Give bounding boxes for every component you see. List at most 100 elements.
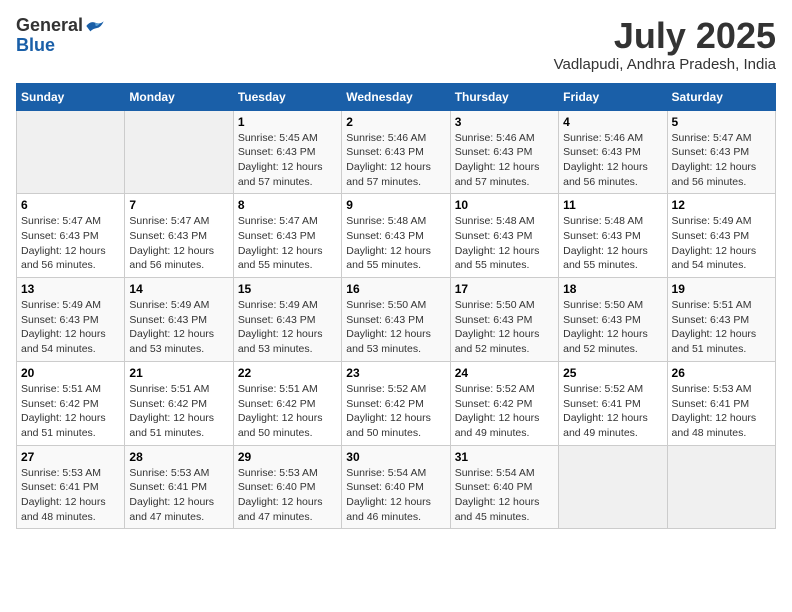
day-info: Sunrise: 5:46 AMSunset: 6:43 PMDaylight:… bbox=[563, 131, 662, 190]
day-number: 2 bbox=[346, 115, 445, 129]
day-number: 27 bbox=[21, 450, 120, 464]
day-number: 30 bbox=[346, 450, 445, 464]
day-info: Sunrise: 5:51 AMSunset: 6:43 PMDaylight:… bbox=[672, 298, 771, 357]
table-row: 1Sunrise: 5:45 AMSunset: 6:43 PMDaylight… bbox=[233, 110, 341, 194]
day-number: 3 bbox=[455, 115, 554, 129]
day-number: 4 bbox=[563, 115, 662, 129]
col-tuesday: Tuesday bbox=[233, 83, 341, 110]
day-info: Sunrise: 5:53 AMSunset: 6:41 PMDaylight:… bbox=[129, 466, 228, 525]
table-row: 22 Sunrise: 5:51 AMSunset: 6:42 PMDayligh… bbox=[233, 361, 341, 445]
table-row: 10 Sunrise: 5:48 AMSunset: 6:43 PMDayligh… bbox=[450, 194, 558, 278]
day-info: Sunrise: 5:49 AMSunset: 6:43 PMDaylight:… bbox=[129, 298, 228, 357]
day-info: Sunrise: 5:48 AMSunset: 6:43 PMDaylight:… bbox=[455, 214, 554, 273]
day-number: 8 bbox=[238, 198, 337, 212]
col-friday: Friday bbox=[559, 83, 667, 110]
day-number: 17 bbox=[455, 282, 554, 296]
day-number: 1 bbox=[238, 115, 337, 129]
table-row: 20 Sunrise: 5:51 AMSunset: 6:42 PMDayligh… bbox=[17, 361, 125, 445]
day-info: Sunrise: 5:49 AMSunset: 6:43 PMDaylight:… bbox=[672, 214, 771, 273]
day-info: Sunrise: 5:51 AMSunset: 6:42 PMDaylight:… bbox=[21, 382, 120, 441]
day-number: 5 bbox=[672, 115, 771, 129]
table-row: 28Sunrise: 5:53 AMSunset: 6:41 PMDayligh… bbox=[125, 445, 233, 529]
location: Vadlapudi, Andhra Pradesh, India bbox=[554, 56, 776, 73]
month-title: July 2025 bbox=[554, 16, 776, 56]
table-row: 29 Sunrise: 5:53 AMSunset: 6:40 PMDayligh… bbox=[233, 445, 341, 529]
day-number: 22 bbox=[238, 366, 337, 380]
table-row: 26 Sunrise: 5:53 AMSunset: 6:41 PMDayligh… bbox=[667, 361, 775, 445]
day-info: Sunrise: 5:50 AMSunset: 6:43 PMDaylight:… bbox=[455, 298, 554, 357]
day-info: Sunrise: 5:48 AMSunset: 6:43 PMDaylight:… bbox=[563, 214, 662, 273]
day-number: 11 bbox=[563, 198, 662, 212]
table-row bbox=[125, 110, 233, 194]
day-number: 25 bbox=[563, 366, 662, 380]
day-info: Sunrise: 5:47 AMSunset: 6:43 PMDaylight:… bbox=[21, 214, 120, 273]
day-number: 15 bbox=[238, 282, 337, 296]
day-number: 10 bbox=[455, 198, 554, 212]
table-row: 12 Sunrise: 5:49 AMSunset: 6:43 PMDayligh… bbox=[667, 194, 775, 278]
table-row: 9 Sunrise: 5:48 AMSunset: 6:43 PMDaylight… bbox=[342, 194, 450, 278]
table-row: 11 Sunrise: 5:48 AMSunset: 6:43 PMDayligh… bbox=[559, 194, 667, 278]
day-info: Sunrise: 5:51 AMSunset: 6:42 PMDaylight:… bbox=[129, 382, 228, 441]
day-number: 23 bbox=[346, 366, 445, 380]
day-info: Sunrise: 5:46 AMSunset: 6:43 PMDaylight:… bbox=[455, 131, 554, 190]
day-number: 24 bbox=[455, 366, 554, 380]
day-number: 16 bbox=[346, 282, 445, 296]
table-row: 15 Sunrise: 5:49 AMSunset: 6:43 PMDayligh… bbox=[233, 278, 341, 362]
day-number: 7 bbox=[129, 198, 228, 212]
table-row: 19 Sunrise: 5:51 AMSunset: 6:43 PMDayligh… bbox=[667, 278, 775, 362]
table-row: 8 Sunrise: 5:47 AMSunset: 6:43 PMDaylight… bbox=[233, 194, 341, 278]
logo-blue-text: Blue bbox=[16, 36, 55, 56]
day-number: 18 bbox=[563, 282, 662, 296]
day-info: Sunrise: 5:47 AMSunset: 6:43 PMDaylight:… bbox=[672, 131, 771, 190]
table-row: 7 Sunrise: 5:47 AMSunset: 6:43 PMDaylight… bbox=[125, 194, 233, 278]
logo: General Blue bbox=[16, 16, 105, 56]
table-row: 6 Sunrise: 5:47 AMSunset: 6:43 PMDaylight… bbox=[17, 194, 125, 278]
day-number: 21 bbox=[129, 366, 228, 380]
logo-general-text: General bbox=[16, 16, 83, 36]
day-info: Sunrise: 5:52 AMSunset: 6:42 PMDaylight:… bbox=[346, 382, 445, 441]
table-row bbox=[667, 445, 775, 529]
day-info: Sunrise: 5:47 AMSunset: 6:43 PMDaylight:… bbox=[129, 214, 228, 273]
calendar-row: 27 Sunrise: 5:53 AMSunset: 6:41 PMDayligh… bbox=[17, 445, 776, 529]
day-number: 20 bbox=[21, 366, 120, 380]
table-row: 16 Sunrise: 5:50 AMSunset: 6:43 PMDayligh… bbox=[342, 278, 450, 362]
day-info: Sunrise: 5:53 AMSunset: 6:41 PMDaylight:… bbox=[21, 466, 120, 525]
day-info: Sunrise: 5:52 AMSunset: 6:41 PMDaylight:… bbox=[563, 382, 662, 441]
day-info: Sunrise: 5:47 AMSunset: 6:43 PMDaylight:… bbox=[238, 214, 337, 273]
calendar-row: 6 Sunrise: 5:47 AMSunset: 6:43 PMDaylight… bbox=[17, 194, 776, 278]
table-row: 3 Sunrise: 5:46 AMSunset: 6:43 PMDaylight… bbox=[450, 110, 558, 194]
day-number: 12 bbox=[672, 198, 771, 212]
col-saturday: Saturday bbox=[667, 83, 775, 110]
day-info: Sunrise: 5:50 AMSunset: 6:43 PMDaylight:… bbox=[346, 298, 445, 357]
day-info: Sunrise: 5:51 AMSunset: 6:42 PMDaylight:… bbox=[238, 382, 337, 441]
day-info: Sunrise: 5:53 AMSunset: 6:40 PMDaylight:… bbox=[238, 466, 337, 525]
page-header: General Blue July 2025 Vadlapudi, Andhra… bbox=[16, 16, 776, 73]
day-number: 14 bbox=[129, 282, 228, 296]
table-row bbox=[17, 110, 125, 194]
day-number: 19 bbox=[672, 282, 771, 296]
day-number: 31 bbox=[455, 450, 554, 464]
table-row: 4 Sunrise: 5:46 AMSunset: 6:43 PMDaylight… bbox=[559, 110, 667, 194]
day-info: Sunrise: 5:52 AMSunset: 6:42 PMDaylight:… bbox=[455, 382, 554, 441]
table-row: 27 Sunrise: 5:53 AMSunset: 6:41 PMDayligh… bbox=[17, 445, 125, 529]
day-number: 29 bbox=[238, 450, 337, 464]
col-wednesday: Wednesday bbox=[342, 83, 450, 110]
table-row: 30Sunrise: 5:54 AMSunset: 6:40 PMDayligh… bbox=[342, 445, 450, 529]
day-info: Sunrise: 5:48 AMSunset: 6:43 PMDaylight:… bbox=[346, 214, 445, 273]
day-number: 6 bbox=[21, 198, 120, 212]
day-info: Sunrise: 5:50 AMSunset: 6:43 PMDaylight:… bbox=[563, 298, 662, 357]
day-info: Sunrise: 5:49 AMSunset: 6:43 PMDaylight:… bbox=[21, 298, 120, 357]
day-info: Sunrise: 5:49 AMSunset: 6:43 PMDaylight:… bbox=[238, 298, 337, 357]
calendar-row: 13 Sunrise: 5:49 AMSunset: 6:43 PMDayligh… bbox=[17, 278, 776, 362]
day-number: 26 bbox=[672, 366, 771, 380]
day-info: Sunrise: 5:46 AMSunset: 6:43 PMDaylight:… bbox=[346, 131, 445, 190]
table-row: 24 Sunrise: 5:52 AMSunset: 6:42 PMDayligh… bbox=[450, 361, 558, 445]
day-number: 9 bbox=[346, 198, 445, 212]
day-info: Sunrise: 5:53 AMSunset: 6:41 PMDaylight:… bbox=[672, 382, 771, 441]
day-number: 13 bbox=[21, 282, 120, 296]
logo-bird-icon bbox=[85, 19, 105, 33]
table-row: 31Sunrise: 5:54 AMSunset: 6:40 PMDayligh… bbox=[450, 445, 558, 529]
table-row: 18 Sunrise: 5:50 AMSunset: 6:43 PMDayligh… bbox=[559, 278, 667, 362]
calendar-row: 1Sunrise: 5:45 AMSunset: 6:43 PMDaylight… bbox=[17, 110, 776, 194]
table-row: 14 Sunrise: 5:49 AMSunset: 6:43 PMDayligh… bbox=[125, 278, 233, 362]
